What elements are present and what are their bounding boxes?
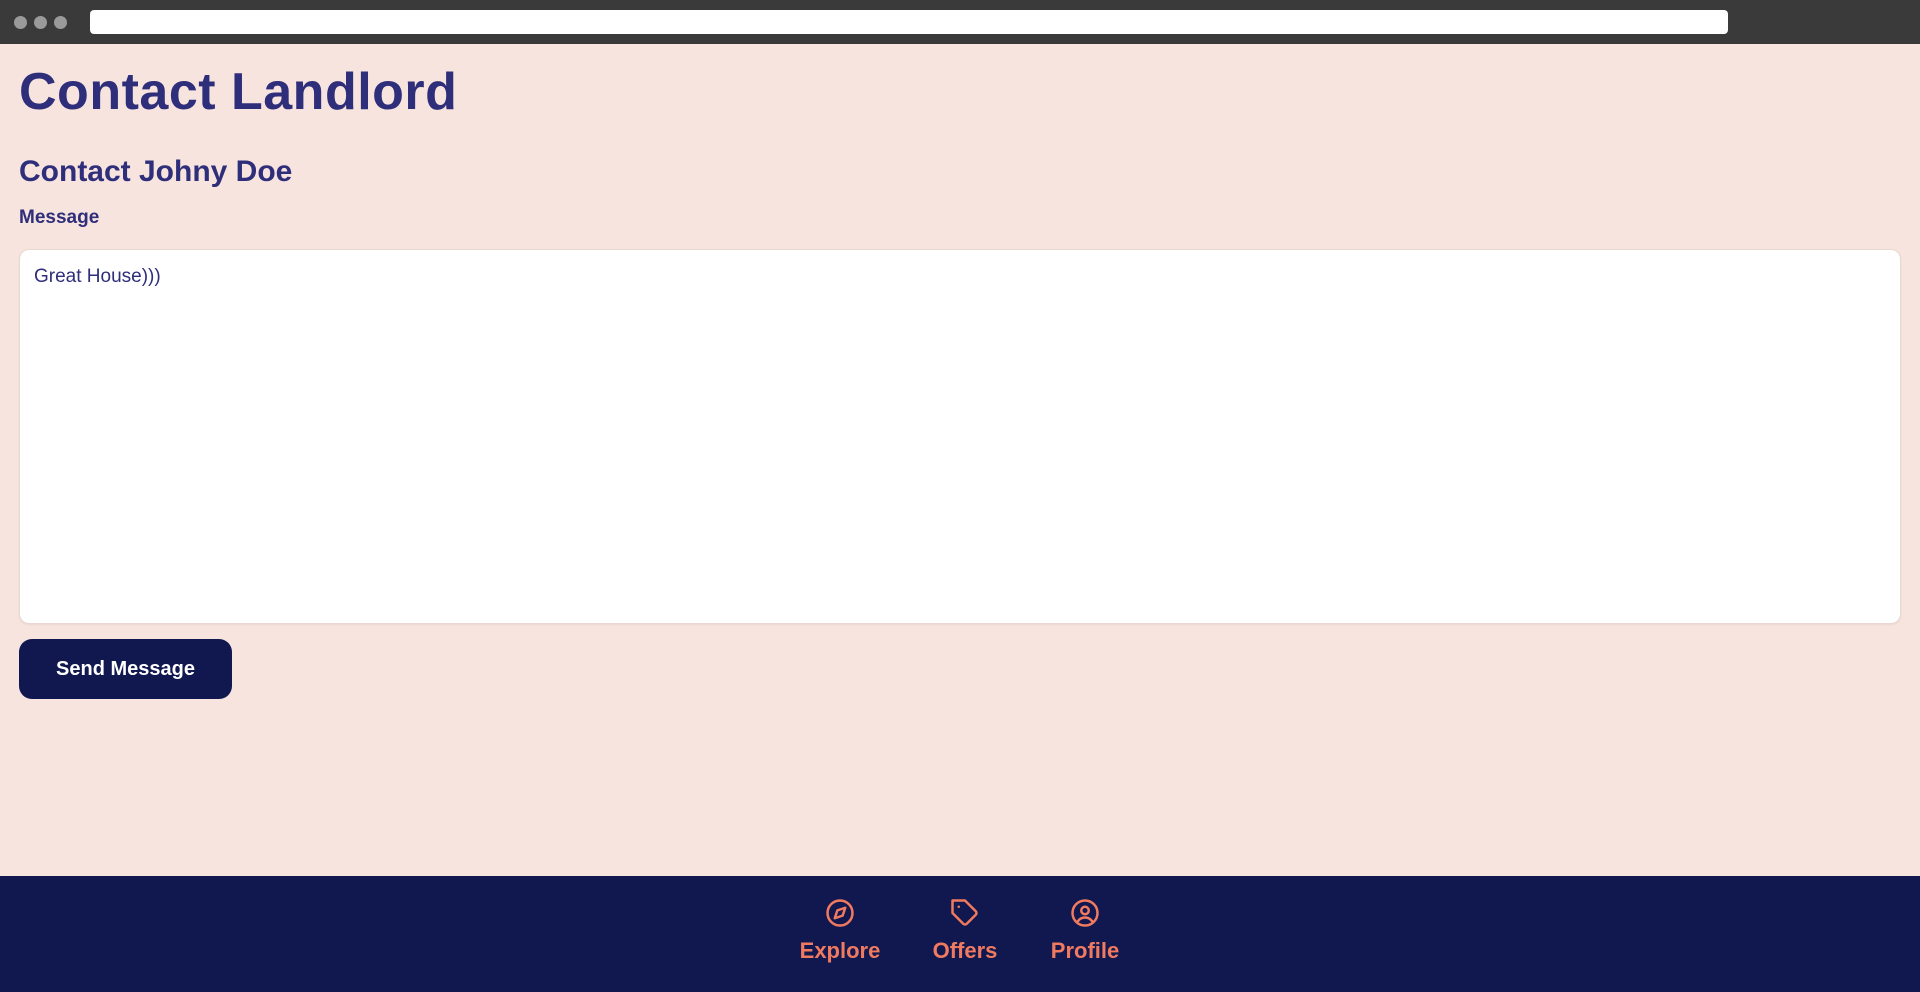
nav-label-explore: Explore	[799, 938, 881, 963]
nav-item-offers[interactable]: Offers	[925, 898, 1005, 978]
nav-item-profile[interactable]: Profile	[1045, 898, 1125, 978]
message-textarea[interactable]: Great House)))	[19, 249, 1901, 624]
window-close-dot[interactable]	[14, 16, 27, 29]
user-circle-icon	[1071, 899, 1099, 927]
window-maximize-dot[interactable]	[54, 16, 67, 29]
bottom-nav: Explore Offers Profile	[0, 876, 1920, 992]
compass-icon	[826, 899, 854, 927]
message-label: Message	[19, 207, 100, 228]
nav-item-explore[interactable]: Explore	[795, 898, 885, 978]
address-bar[interactable]	[90, 10, 1728, 34]
nav-label-offers: Offers	[932, 938, 998, 963]
window-minimize-dot[interactable]	[34, 16, 47, 29]
nav-label-profile: Profile	[1050, 938, 1120, 963]
send-message-button[interactable]: Send Message	[19, 639, 232, 699]
contact-heading: Contact Johny Doe	[19, 155, 293, 188]
tag-icon	[951, 899, 978, 926]
page-title: Contact Landlord	[19, 63, 458, 121]
browser-chrome	[0, 0, 1920, 44]
